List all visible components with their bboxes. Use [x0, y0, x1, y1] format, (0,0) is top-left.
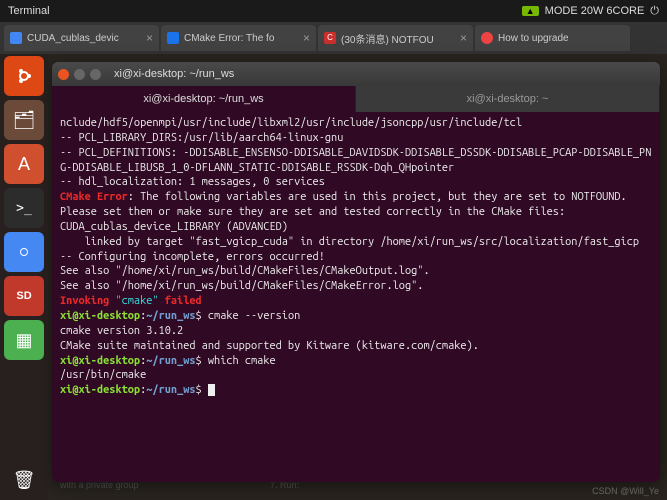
favicon-icon — [167, 32, 179, 44]
browser-tab-strip: CUDA_cublas_devic × CMake Error: The fo … — [0, 22, 667, 54]
terminal-tab[interactable]: xi@xi-desktop: ~ — [356, 86, 660, 112]
terminal-cursor — [208, 384, 215, 396]
launcher-app-icon[interactable]: ▦ — [4, 320, 44, 360]
terminal-line: nclude/hdf5/openmpi/usr/include/libxml2/… — [60, 116, 652, 131]
terminal-title: xi@xi-desktop: ~/run_ws — [114, 68, 234, 80]
terminal-line: CMake Error: The following variables are… — [60, 190, 652, 205]
terminal-line: -- hdl_localization: 1 messages, 0 servi… — [60, 175, 652, 190]
terminal-line: CUDA_cublas_device_LIBRARY (ADVANCED) — [60, 220, 652, 235]
launcher-files-icon[interactable]: 🗂 — [4, 100, 44, 140]
terminal-line: See also "/home/xi/run_ws/build/CMakeFil… — [60, 279, 652, 294]
terminal-prompt: xi@xi-desktop:~/run_ws$ — [60, 383, 652, 398]
minimize-window-icon[interactable] — [74, 69, 85, 80]
terminal-line: -- Configuring incomplete, errors occurr… — [60, 250, 652, 265]
terminal-line: See also "/home/xi/run_ws/build/CMakeFil… — [60, 264, 652, 279]
terminal-line: -- PCL_LIBRARY_DIRS:/usr/lib/aarch64-lin… — [60, 131, 652, 146]
terminal-prompt: xi@xi-desktop:~/run_ws$ cmake --version — [60, 309, 652, 324]
browser-tab[interactable]: CMake Error: The fo × — [161, 25, 316, 51]
terminal-line: /usr/bin/cmake — [60, 368, 652, 383]
launcher-sd-icon[interactable]: SD — [4, 276, 44, 316]
watermark: CSDN @Will_Ye — [592, 486, 659, 496]
terminal-body[interactable]: nclude/hdf5/openmpi/usr/include/libxml2/… — [52, 112, 660, 402]
app-title: Terminal — [8, 5, 50, 17]
launcher-chromium-icon[interactable] — [4, 232, 44, 272]
browser-tab[interactable]: C (30条消息) NOTFOU × — [318, 25, 473, 51]
close-icon[interactable]: × — [146, 31, 153, 45]
terminal-tab-strip: xi@xi-desktop: ~/run_ws xi@xi-desktop: ~ — [52, 86, 660, 112]
terminal-window: xi@xi-desktop: ~/run_ws xi@xi-desktop: ~… — [52, 62, 660, 482]
unity-launcher: 🗂 A >_ SD ▦ 🗑 — [0, 54, 48, 500]
launcher-terminal-icon[interactable]: >_ — [4, 188, 44, 228]
terminal-line: Please set them or make sure they are se… — [60, 205, 652, 220]
terminal-line: linked by target "fast_vgicp_cuda" in di… — [60, 235, 652, 250]
favicon-icon — [481, 32, 493, 44]
close-window-icon[interactable] — [58, 69, 69, 80]
indicator-icon[interactable]: ⏻ — [650, 5, 659, 18]
close-icon[interactable]: × — [460, 31, 467, 45]
browser-tab[interactable]: How to upgrade — [475, 25, 630, 51]
maximize-window-icon[interactable] — [90, 69, 101, 80]
favicon-icon: C — [324, 32, 336, 44]
terminal-prompt: xi@xi-desktop:~/run_ws$ which cmake — [60, 354, 652, 369]
launcher-ubuntu-icon[interactable] — [4, 56, 44, 96]
terminal-titlebar[interactable]: xi@xi-desktop: ~/run_ws — [52, 62, 660, 86]
terminal-line: CMake suite maintained and supported by … — [60, 339, 652, 354]
favicon-icon — [10, 32, 22, 44]
power-mode: MODE 20W 6CORE — [545, 5, 645, 17]
terminal-line: Invoking "cmake" failed — [60, 294, 652, 309]
terminal-line: cmake version 3.10.2 — [60, 324, 652, 339]
browser-tab[interactable]: CUDA_cublas_devic × — [4, 25, 159, 51]
close-icon[interactable]: × — [303, 31, 310, 45]
launcher-software-icon[interactable]: A — [4, 144, 44, 184]
terminal-tab[interactable]: xi@xi-desktop: ~/run_ws — [52, 86, 356, 112]
system-top-bar: Terminal ▲ MODE 20W 6CORE ⏻ — [0, 0, 667, 22]
terminal-line: -- PCL_DEFINITIONS: -DDISABLE_ENSENSO-DD… — [60, 146, 652, 176]
launcher-trash-icon[interactable]: 🗑 — [4, 460, 44, 500]
nvidia-badge: ▲ — [522, 6, 539, 16]
